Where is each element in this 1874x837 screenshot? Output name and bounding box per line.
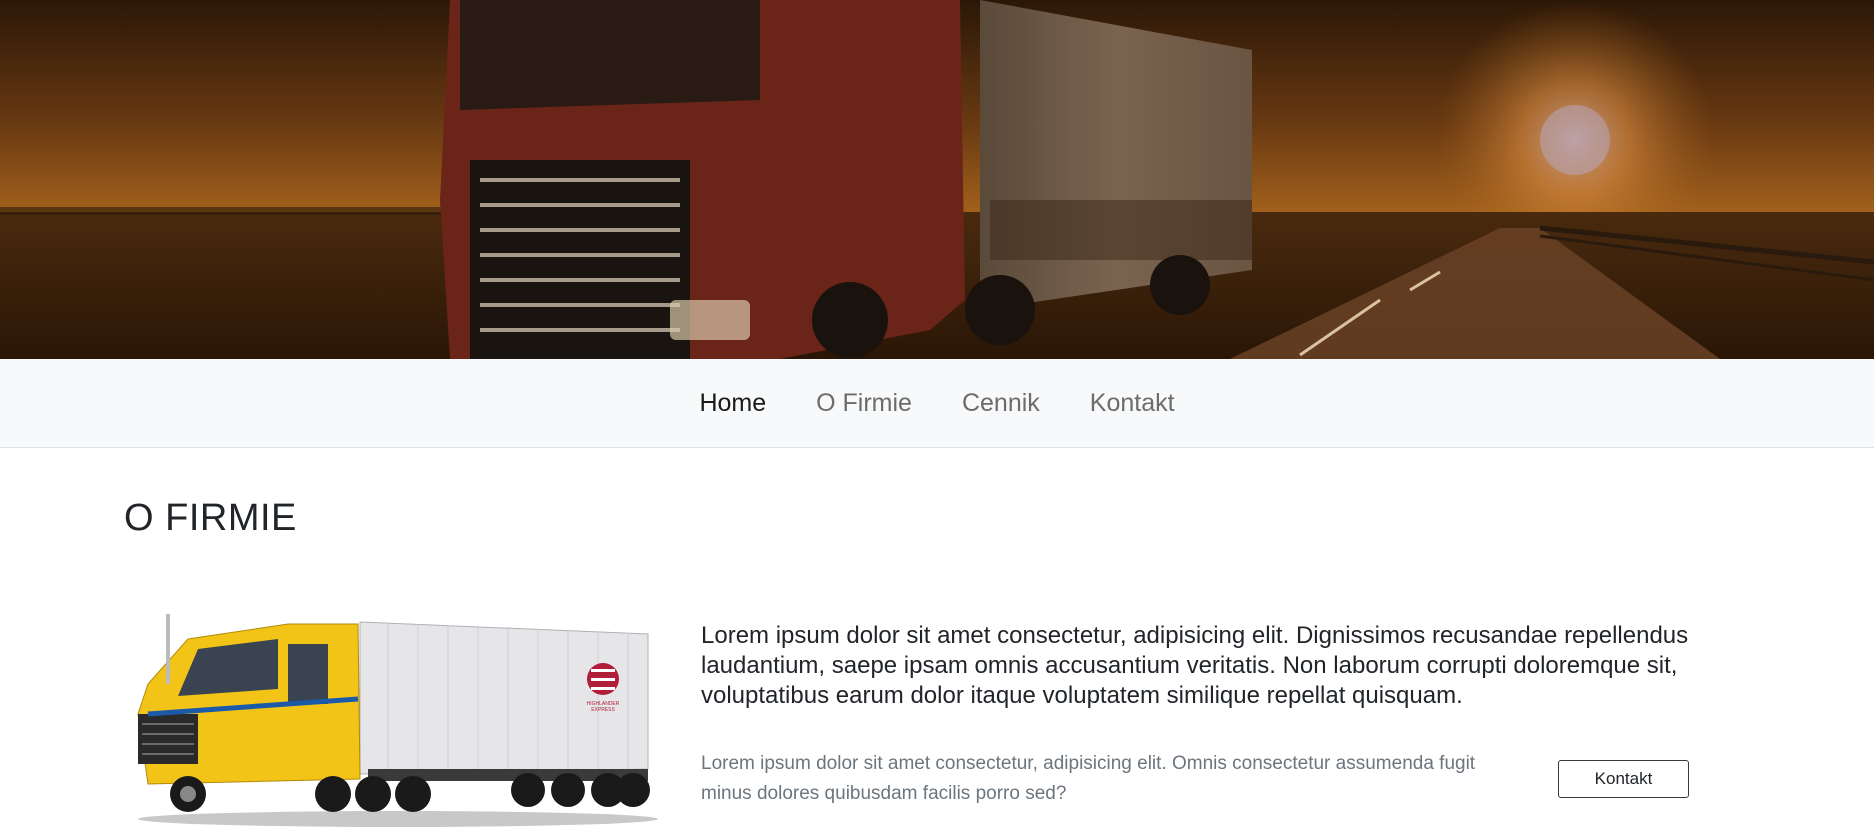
hero-banner xyxy=(0,0,1874,359)
main-navbar: Home O Firmie Cennik Kontakt xyxy=(0,359,1874,448)
kontakt-button[interactable]: Kontakt xyxy=(1558,760,1689,798)
section-lead-text: Lorem ipsum dolor sit amet consectetur, … xyxy=(701,622,1689,709)
nav-links: Home O Firmie Cennik Kontakt xyxy=(0,359,1874,448)
section-muted-text: Lorem ipsum dolor sit amet consectetur, … xyxy=(701,753,1476,804)
section-title: O FIRMIE xyxy=(124,497,297,539)
nav-link-kontakt[interactable]: Kontakt xyxy=(1065,389,1200,418)
nav-link-o-firmie[interactable]: O Firmie xyxy=(791,389,937,418)
nav-link-cennik[interactable]: Cennik xyxy=(937,389,1065,418)
company-truck-image: HIGHLANDER EXPRESS xyxy=(128,604,658,837)
nav-link-home[interactable]: Home xyxy=(674,389,791,418)
truck-logo-line-2: EXPRESS xyxy=(591,707,615,713)
hero-truck-image xyxy=(0,0,1874,359)
